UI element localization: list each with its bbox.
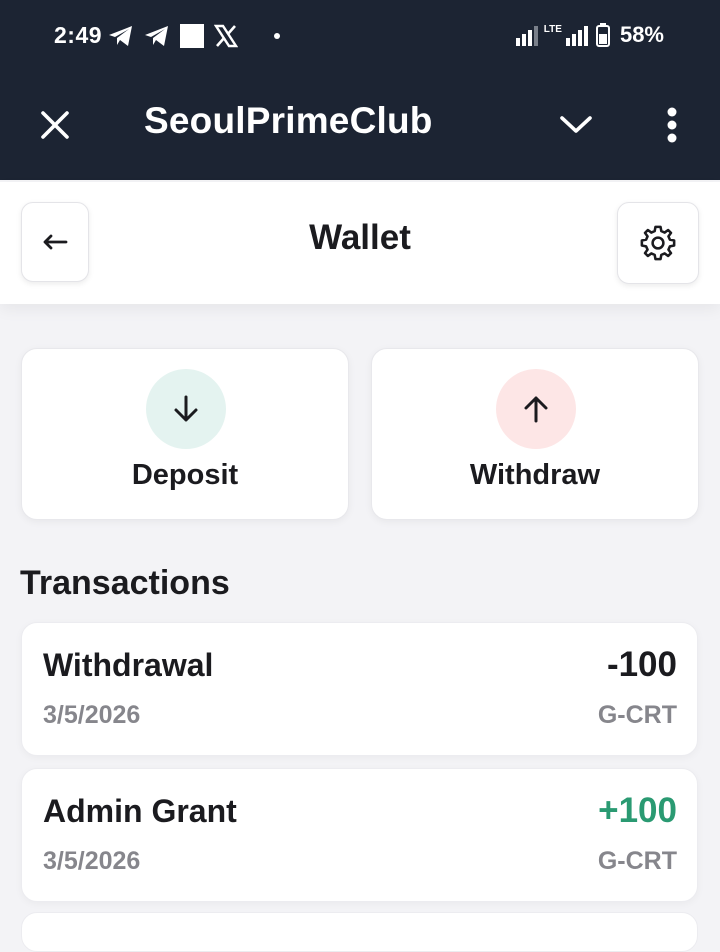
page-header: Wallet <box>0 182 720 304</box>
page-title: Wallet <box>309 218 411 257</box>
deposit-label: Deposit <box>131 459 239 491</box>
browser-title: SeoulPrimeClub <box>144 100 433 141</box>
deposit-icon-circle <box>146 369 226 449</box>
chevron-down-icon <box>560 116 592 133</box>
arrow-down-icon <box>174 395 198 422</box>
transaction-amount: -100 <box>606 645 677 684</box>
network-type: LTE <box>543 23 562 35</box>
transaction-item[interactable]: Withdrawal 3/5/2026 -100 G-CRT <box>21 622 698 756</box>
transaction-currency: G-CRT <box>597 847 677 875</box>
signal-icon <box>565 26 588 46</box>
transaction-amount: +100 <box>598 791 677 830</box>
system-status-icons: LTE 58% <box>515 22 664 48</box>
x-logo-icon <box>214 24 238 48</box>
dropdown-button[interactable] <box>552 102 600 148</box>
settings-button[interactable] <box>617 202 699 284</box>
battery-icon <box>595 23 610 47</box>
transaction-title: Admin Grant <box>43 793 237 829</box>
more-vertical-icon <box>667 107 677 143</box>
withdraw-button[interactable]: Withdraw <box>371 348 699 520</box>
transaction-item[interactable]: Admin Grant 3/5/2026 +100 G-CRT <box>21 768 698 902</box>
transaction-currency: G-CRT <box>597 701 677 729</box>
transaction-title: Withdrawal <box>43 647 214 683</box>
telegram-icon <box>109 26 132 46</box>
withdraw-icon-circle <box>496 369 576 449</box>
battery-percent: 58% <box>619 22 664 47</box>
status-time: 2:49 <box>54 22 103 48</box>
notification-icons <box>108 24 280 48</box>
signal-icon <box>515 26 538 46</box>
close-icon <box>41 111 69 139</box>
arrow-up-icon <box>524 396 548 423</box>
status-bar: 2:49 LTE 58% <box>0 0 720 72</box>
close-button[interactable] <box>32 102 78 148</box>
transactions-title: Transactions <box>20 564 230 602</box>
gear-icon <box>640 225 676 261</box>
browser-toolbar: SeoulPrimeClub <box>0 72 720 180</box>
app-top-bar: 2:49 LTE 58% SeoulPrimeClub <box>0 0 720 180</box>
deposit-button[interactable]: Deposit <box>21 348 349 520</box>
more-options-button[interactable] <box>650 100 694 150</box>
withdraw-label: Withdraw <box>469 459 601 491</box>
notification-square-icon <box>180 24 204 48</box>
transaction-item[interactable] <box>21 912 698 952</box>
dot-icon <box>274 33 280 39</box>
telegram-icon <box>145 26 168 46</box>
transaction-date: 3/5/2026 <box>43 847 141 875</box>
transaction-date: 3/5/2026 <box>43 701 141 729</box>
